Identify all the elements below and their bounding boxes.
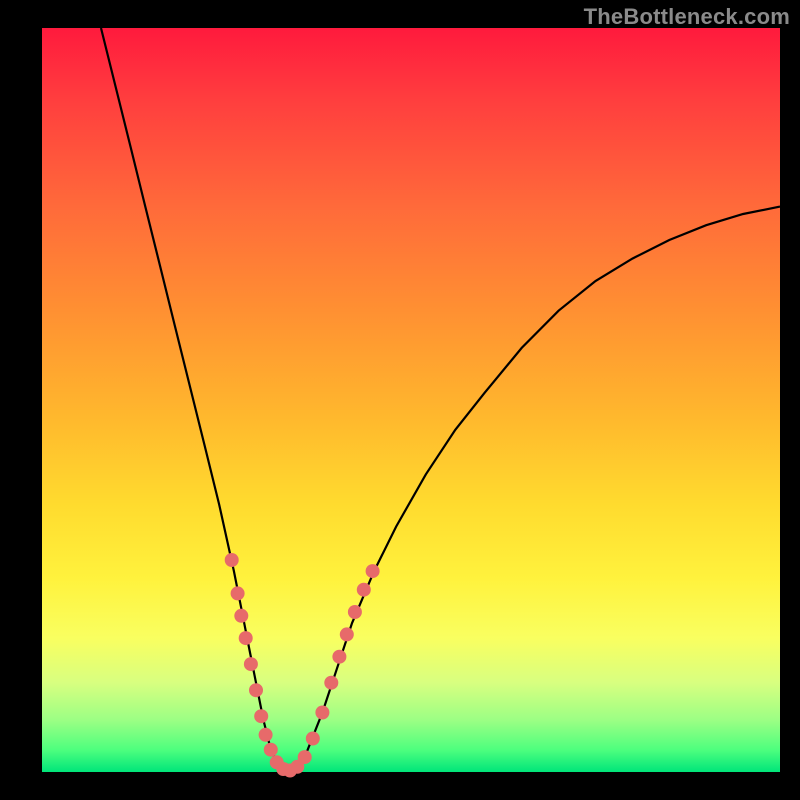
curve-marker <box>357 583 371 597</box>
curve-marker <box>234 609 248 623</box>
curve-marker <box>225 553 239 567</box>
curve-marker <box>254 709 268 723</box>
curve-marker <box>249 683 263 697</box>
curve-markers <box>225 553 380 778</box>
curve-marker <box>366 564 380 578</box>
curve-marker <box>332 650 346 664</box>
bottleneck-curve-svg <box>42 28 780 772</box>
bottleneck-curve <box>101 28 780 772</box>
curve-marker <box>298 750 312 764</box>
curve-marker <box>244 657 258 671</box>
curve-marker <box>324 676 338 690</box>
watermark-text: TheBottleneck.com <box>584 4 790 30</box>
plot-area <box>42 28 780 772</box>
curve-marker <box>348 605 362 619</box>
curve-marker <box>264 743 278 757</box>
curve-marker <box>231 586 245 600</box>
curve-marker <box>315 706 329 720</box>
chart-frame: TheBottleneck.com <box>0 0 800 800</box>
curve-marker <box>340 627 354 641</box>
curve-marker <box>306 732 320 746</box>
curve-marker <box>239 631 253 645</box>
curve-marker <box>259 728 273 742</box>
